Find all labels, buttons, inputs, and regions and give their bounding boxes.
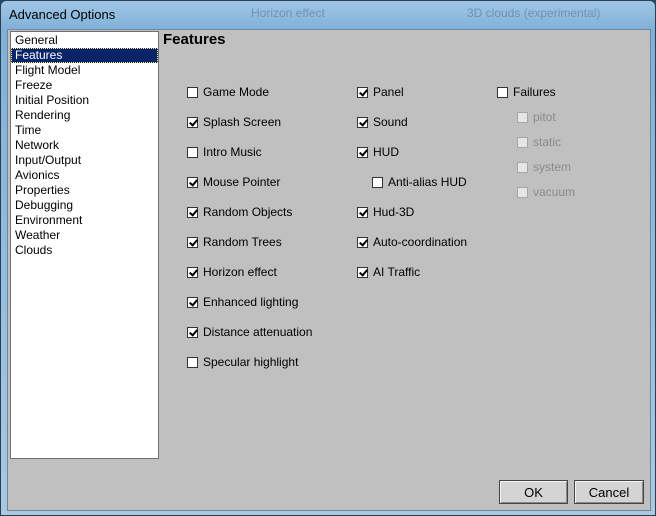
checkbox-box[interactable] (357, 86, 368, 98)
nav-item-debugging[interactable]: Debugging (11, 198, 158, 213)
checkbox-label: vacuum (533, 185, 576, 199)
nav-item-network[interactable]: Network (11, 138, 158, 153)
checkbox-box[interactable] (187, 146, 198, 158)
checkbox-label: Failures (513, 85, 556, 99)
checkbox-box[interactable] (187, 266, 198, 278)
checkbox-static: static (517, 135, 561, 149)
checkbox-vacuum: vacuum (517, 185, 575, 199)
checkbox-ai-traffic[interactable]: AI Traffic (357, 265, 420, 279)
checkbox-label: Game Mode (203, 85, 270, 99)
checkbox-label: Intro Music (203, 145, 262, 159)
checkbox-system: system (517, 160, 571, 174)
checkbox-box (517, 161, 528, 173)
checkbox-random-objects[interactable]: Random Objects (187, 205, 292, 219)
checkbox-box[interactable] (187, 236, 198, 248)
checkbox-label: Sound (373, 115, 408, 129)
checkbox-failures[interactable]: Failures (497, 85, 556, 99)
nav-item-properties[interactable]: Properties (11, 183, 158, 198)
title-bar[interactable]: Advanced Options Horizon effect 3D cloud… (1, 1, 655, 29)
checkbox-label: pitot (533, 110, 556, 124)
checkbox-hud[interactable]: HUD (357, 145, 399, 159)
checkbox-box[interactable] (357, 266, 368, 278)
dialog-client-area: General Features Flight Model Freeze Ini… (7, 29, 651, 511)
checkbox-label: Enhanced lighting (203, 295, 299, 309)
checkbox-label: Random Trees (203, 235, 282, 249)
checkbox-random-trees[interactable]: Random Trees (187, 235, 282, 249)
checkbox-auto-coordination[interactable]: Auto-coordination (357, 235, 467, 249)
background-ghost-text-left: Horizon effect (251, 6, 325, 20)
checkbox-box (517, 111, 528, 123)
checkbox-box[interactable] (187, 86, 198, 98)
checkbox-box[interactable] (357, 206, 368, 218)
checkbox-box[interactable] (187, 326, 198, 338)
cancel-button[interactable]: Cancel (574, 480, 644, 504)
nav-item-features[interactable]: Features (11, 48, 158, 63)
checkbox-box[interactable] (187, 296, 198, 308)
checkbox-label: AI Traffic (373, 265, 421, 279)
nav-item-clouds[interactable]: Clouds (11, 243, 158, 258)
checkbox-label: Anti-alias HUD (388, 175, 467, 189)
checkbox-label: Auto-coordination (373, 235, 468, 249)
checkbox-label: Distance attenuation (203, 325, 313, 339)
checkbox-sound[interactable]: Sound (357, 115, 408, 129)
checkbox-box[interactable] (187, 116, 198, 128)
nav-item-general[interactable]: General (11, 33, 158, 48)
checkbox-pitot: pitot (517, 110, 556, 124)
checkbox-panel[interactable]: Panel (357, 85, 404, 99)
nav-item-initial-position[interactable]: Initial Position (11, 93, 158, 108)
nav-item-flight-model[interactable]: Flight Model (11, 63, 158, 78)
checkbox-box[interactable] (497, 86, 508, 98)
checkbox-game-mode[interactable]: Game Mode (187, 85, 269, 99)
checkbox-box[interactable] (357, 236, 368, 248)
checkbox-distance-attenuation[interactable]: Distance attenuation (187, 325, 312, 339)
checkbox-enhanced-lighting[interactable]: Enhanced lighting (187, 295, 298, 309)
checkbox-specular-highlight[interactable]: Specular highlight (187, 355, 298, 369)
nav-item-time[interactable]: Time (11, 123, 158, 138)
window-title: Advanced Options (9, 7, 116, 22)
nav-item-environment[interactable]: Environment (11, 213, 158, 228)
nav-item-avionics[interactable]: Avionics (11, 168, 158, 183)
checkbox-box (517, 186, 528, 198)
checkbox-intro-music[interactable]: Intro Music (187, 145, 262, 159)
checkbox-box[interactable] (187, 176, 198, 188)
checkbox-box[interactable] (372, 176, 383, 188)
checkbox-anti-alias-hud[interactable]: Anti-alias HUD (372, 175, 467, 189)
checkbox-box[interactable] (187, 356, 198, 368)
ok-button[interactable]: OK (499, 480, 568, 504)
checkbox-label: HUD (373, 145, 399, 159)
checkbox-label: Specular highlight (203, 355, 299, 369)
nav-item-weather[interactable]: Weather (11, 228, 158, 243)
checkbox-box[interactable] (187, 206, 198, 218)
checkbox-horizon-effect[interactable]: Horizon effect (187, 265, 277, 279)
checkbox-label: Panel (373, 85, 404, 99)
checkbox-hud-3d[interactable]: Hud-3D (357, 205, 414, 219)
checkbox-box[interactable] (357, 146, 368, 158)
checkbox-label: Random Objects (203, 205, 293, 219)
checkbox-label: Splash Screen (203, 115, 282, 129)
checkbox-mouse-pointer[interactable]: Mouse Pointer (187, 175, 280, 189)
nav-item-rendering[interactable]: Rendering (11, 108, 158, 123)
checkbox-label: system (533, 160, 572, 174)
advanced-options-window: Advanced Options Horizon effect 3D cloud… (0, 0, 656, 516)
nav-item-input-output[interactable]: Input/Output (11, 153, 158, 168)
page-title: Features (163, 31, 226, 48)
checkbox-box (517, 136, 528, 148)
category-list[interactable]: General Features Flight Model Freeze Ini… (10, 31, 159, 459)
checkbox-label: static (533, 135, 562, 149)
checkbox-label: Horizon effect (203, 265, 277, 279)
checkbox-label: Mouse Pointer (203, 175, 281, 189)
checkbox-splash-screen[interactable]: Splash Screen (187, 115, 281, 129)
nav-item-freeze[interactable]: Freeze (11, 78, 158, 93)
checkbox-label: Hud-3D (373, 205, 415, 219)
checkbox-box[interactable] (357, 116, 368, 128)
background-ghost-text-right: 3D clouds (experimental) (467, 6, 601, 20)
